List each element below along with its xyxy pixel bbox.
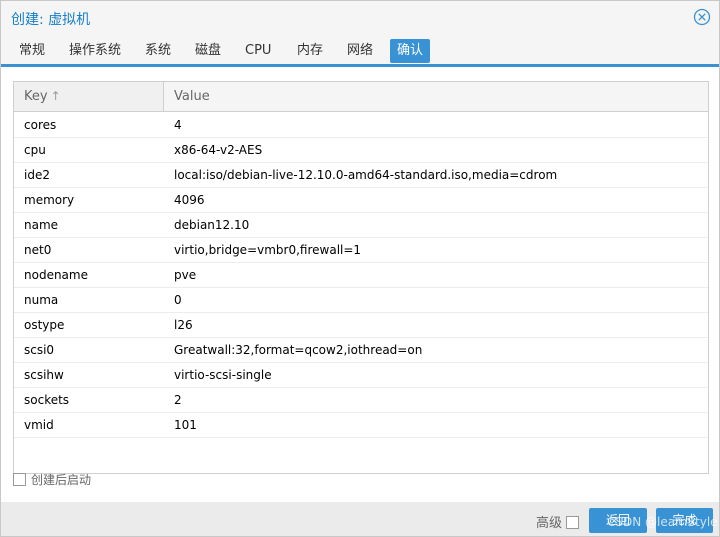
advanced-option[interactable]: 高级 <box>536 512 580 531</box>
row-key: name <box>24 218 59 232</box>
row-value: 4096 <box>174 193 205 207</box>
close-icon[interactable] <box>693 8 711 26</box>
column-header-value[interactable]: Value <box>164 82 708 111</box>
row-key: ostype <box>24 318 65 332</box>
table-row[interactable]: sockets 2 <box>14 388 708 413</box>
dialog-titlebar: 创建: 虚拟机 <box>1 1 719 35</box>
row-key: memory <box>24 193 75 207</box>
row-key: sockets <box>24 393 70 407</box>
start-after-create-checkbox[interactable] <box>13 473 26 486</box>
row-value: x86-64-v2-AES <box>174 143 263 157</box>
table-row[interactable]: ostype l26 <box>14 313 708 338</box>
row-value: virtio-scsi-single <box>174 368 272 382</box>
table-row[interactable]: cores 4 <box>14 113 708 138</box>
row-value: 2 <box>174 393 182 407</box>
tab-memory[interactable]: 内存 <box>290 39 330 63</box>
row-key: scsihw <box>24 368 64 382</box>
table-row[interactable]: net0 virtio,bridge=vmbr0,firewall=1 <box>14 238 708 263</box>
grid-header: Key ↑ Value <box>14 82 708 112</box>
row-key: numa <box>24 293 59 307</box>
row-value: local:iso/debian-live-12.10.0-amd64-stan… <box>174 168 558 182</box>
confirm-panel: Key ↑ Value cores 4 cpu x86-64-v2-AES ide2 loc… <box>1 67 719 502</box>
tab-cpu[interactable]: CPU <box>238 39 278 63</box>
table-row[interactable]: scsihw virtio-scsi-single <box>14 363 708 388</box>
sort-up-icon: ↑ <box>50 89 61 103</box>
row-key: ide2 <box>24 168 50 182</box>
watermark: CSDN @learnStyle <box>607 515 718 529</box>
row-key: cpu <box>24 143 46 157</box>
tab-system[interactable]: 系统 <box>138 39 178 63</box>
row-key: scsi0 <box>24 343 55 357</box>
dialog-title: 创建: 虚拟机 <box>11 12 91 28</box>
settings-grid: Key ↑ Value cores 4 cpu x86-64-v2-AES ide2 loc… <box>13 81 709 474</box>
create-vm-dialog: 创建: 虚拟机 常规 操作系统 系统 磁盘 CPU 内存 网络 确认 Key ↑ … <box>0 0 720 537</box>
table-row[interactable]: vmid 101 <box>14 413 708 438</box>
tab-general[interactable]: 常规 <box>12 39 52 63</box>
tab-network[interactable]: 网络 <box>340 39 380 63</box>
advanced-checkbox[interactable] <box>566 516 580 529</box>
column-header-value-label: Value <box>174 89 210 104</box>
table-row[interactable]: cpu x86-64-v2-AES <box>14 138 708 163</box>
table-row[interactable]: scsi0 Greatwall:32,format=qcow2,iothread=… <box>14 338 708 363</box>
row-value: debian12.10 <box>174 218 250 232</box>
row-key: vmid <box>24 418 54 432</box>
table-row[interactable]: numa 0 <box>14 288 708 313</box>
row-value: 4 <box>174 118 182 132</box>
advanced-label: 高级 <box>536 516 563 531</box>
table-row[interactable]: name debian12.10 <box>14 213 708 238</box>
start-after-create-option[interactable]: 创建后启动 <box>13 472 91 488</box>
wizard-tabs: 常规 操作系统 系统 磁盘 CPU 内存 网络 确认 <box>1 39 719 68</box>
column-header-key[interactable]: Key ↑ <box>14 82 164 111</box>
tab-disks[interactable]: 磁盘 <box>188 39 228 63</box>
row-value: Greatwall:32,format=qcow2,iothread=on <box>174 343 423 357</box>
grid-body: cores 4 cpu x86-64-v2-AES ide2 local:iso/debi… <box>14 113 708 438</box>
tab-os[interactable]: 操作系统 <box>62 39 128 63</box>
row-value: 0 <box>174 293 182 307</box>
table-row[interactable]: nodename pve <box>14 263 708 288</box>
table-row[interactable]: ide2 local:iso/debian-live-12.10.0-amd64-… <box>14 163 708 188</box>
row-value: l26 <box>174 318 193 332</box>
start-after-create-label: 创建后启动 <box>31 473 92 487</box>
row-value: 101 <box>174 418 197 432</box>
column-header-key-label: Key <box>24 89 48 104</box>
row-key: nodename <box>24 268 88 282</box>
row-value: pve <box>174 268 197 282</box>
row-key: net0 <box>24 243 52 257</box>
table-row[interactable]: memory 4096 <box>14 188 708 213</box>
row-value: virtio,bridge=vmbr0,firewall=1 <box>174 243 362 257</box>
row-key: cores <box>24 118 57 132</box>
tab-confirm[interactable]: 确认 <box>390 39 431 63</box>
